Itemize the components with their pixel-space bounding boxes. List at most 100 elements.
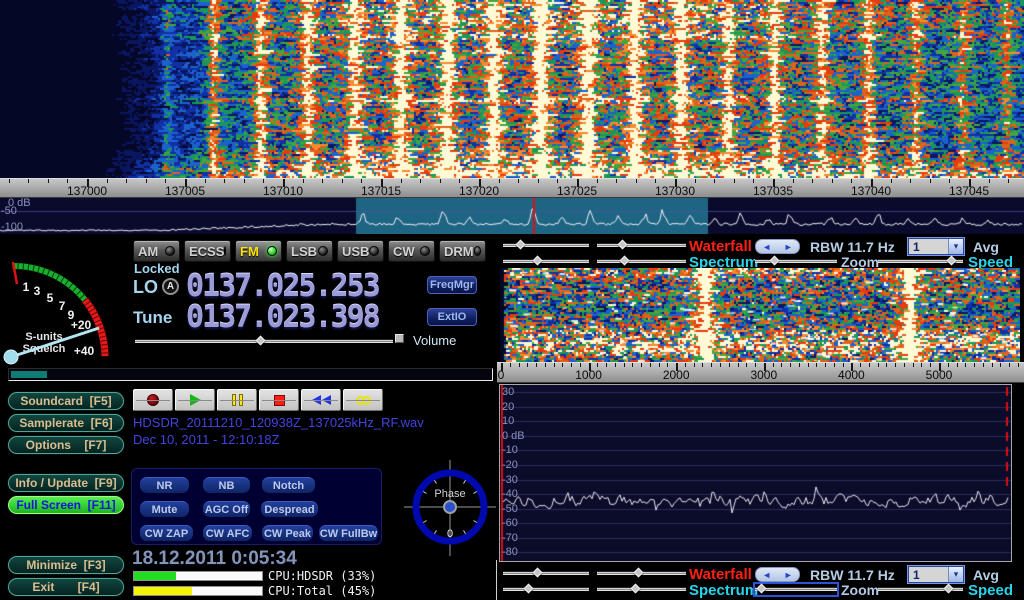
zoom-slider-top-thumb[interactable]	[770, 256, 780, 266]
waterfall-contrast-slider-top-track[interactable]	[597, 243, 686, 247]
waterfall-brightness-slider-bottom-thumb[interactable]	[533, 568, 543, 578]
spectrum-brightness-slider-top-track[interactable]	[503, 259, 589, 263]
avg-dropdown-top[interactable]: 1▾	[908, 238, 964, 255]
waterfall-contrast-slider-top[interactable]	[597, 240, 686, 251]
stop-button[interactable]	[259, 389, 299, 411]
spinner-left-arrow-icon[interactable]: ◄	[762, 242, 771, 252]
scale-tick	[860, 363, 861, 367]
scale-tick	[738, 363, 739, 367]
scale-tick	[510, 363, 511, 367]
waterfall-contrast-slider-top-thumb[interactable]	[618, 240, 628, 250]
dsp-button-cw-afc[interactable]: CW AFC	[203, 525, 252, 541]
rf-waterfall-display[interactable]	[0, 0, 1024, 178]
spectrum-brightness-slider-top-thumb[interactable]	[533, 256, 543, 266]
pause-icon	[232, 394, 236, 406]
dsp-button-notch[interactable]: Notch	[262, 477, 315, 493]
avg-dropdown-bottom[interactable]: 1▾	[908, 566, 964, 583]
dsp-button-cw-fullbw[interactable]: CW FullBw	[319, 525, 378, 541]
freqmgr-button[interactable]: FreqMgr	[427, 276, 477, 294]
spinner-right-arrow-icon[interactable]: ►	[784, 242, 793, 252]
sidebar-button-minimize[interactable]: Minimize [F3]	[8, 556, 124, 574]
mode-button-cw[interactable]: CW	[388, 240, 435, 262]
zoom-slider-bottom-thumb[interactable]	[757, 584, 767, 594]
loop-button[interactable]	[343, 389, 383, 411]
scale-tick	[983, 363, 984, 367]
spectrum-contrast-slider-top-thumb[interactable]	[620, 256, 630, 266]
mode-button-usb[interactable]: USB	[337, 240, 384, 262]
rbw-spinner-bottom[interactable]: ◄►	[755, 567, 800, 582]
dsp-button-despread[interactable]: Despread	[261, 501, 318, 517]
dsp-button-nr[interactable]: NR	[140, 477, 189, 493]
waterfall-brightness-slider-top-thumb[interactable]	[516, 240, 526, 250]
dsp-button-mute[interactable]: Mute	[140, 501, 189, 517]
af-spectrum-display[interactable]	[499, 384, 1012, 562]
spectrum-contrast-slider-bottom-thumb[interactable]	[631, 584, 641, 594]
record-button[interactable]	[133, 389, 173, 411]
tune-frequency-display[interactable]: 0137.023.398	[186, 303, 379, 333]
dsp-button-cw-peak[interactable]: CW Peak	[262, 525, 313, 541]
squelch-level-bar[interactable]	[8, 368, 493, 381]
spinner-right-arrow-icon[interactable]: ►	[784, 570, 793, 580]
spectrum-contrast-slider-bottom-track[interactable]	[597, 587, 686, 591]
dsp-button-agc-off[interactable]: AGC Off	[203, 501, 250, 517]
af-waterfall-display[interactable]	[500, 268, 1020, 362]
waterfall-brightness-slider-bottom[interactable]	[503, 568, 589, 579]
speed-slider-top[interactable]	[878, 256, 963, 267]
spectrum-brightness-slider-bottom-thumb[interactable]	[524, 584, 534, 594]
scale-tick	[650, 363, 651, 367]
rf-frequency-scale[interactable]: 1370001370051370101370151370201370251370…	[0, 178, 1024, 198]
lo-auto-badge[interactable]: A	[162, 278, 179, 295]
zoom-slider-bottom[interactable]	[755, 584, 837, 595]
play-button[interactable]	[175, 389, 215, 411]
zoom-slider-bottom-track[interactable]	[755, 587, 837, 591]
af-frequency-scale[interactable]: 010002000300040005000	[497, 362, 1024, 383]
spectrum-contrast-slider-top[interactable]	[597, 256, 686, 267]
waterfall-brightness-slider-top[interactable]	[503, 240, 589, 251]
panel-splitter[interactable]	[496, 560, 497, 600]
af-db-label: -30	[502, 474, 518, 486]
mode-button-ecss[interactable]: ECSS	[184, 240, 231, 262]
sidebar-button-info-update[interactable]: Info / Update [F9]	[8, 474, 124, 492]
spectrum-brightness-slider-bottom[interactable]	[503, 584, 589, 595]
zoom-slider-top-track[interactable]	[755, 259, 837, 263]
spectrum-brightness-slider-top[interactable]	[503, 256, 589, 267]
pause-button[interactable]	[217, 389, 257, 411]
sidebar-button-options[interactable]: Options [F7]	[8, 436, 124, 454]
mode-button-fm[interactable]: FM	[235, 240, 282, 262]
scale-tick	[702, 363, 703, 367]
mode-button-am[interactable]: AM	[133, 240, 180, 262]
spectrum-contrast-slider-bottom[interactable]	[597, 584, 686, 595]
sidebar-button-soundcard[interactable]: Soundcard [F5]	[8, 392, 124, 410]
sidebar-button-samplerate[interactable]: Samplerate [F6]	[8, 414, 124, 432]
spinner-left-arrow-icon[interactable]: ◄	[762, 570, 771, 580]
dsp-button-nb[interactable]: NB	[203, 477, 250, 493]
af-scale-label: 4000	[838, 368, 865, 382]
extio-button[interactable]: ExtIO	[427, 308, 477, 326]
mode-button-lsb[interactable]: LSB	[286, 240, 333, 262]
rf-spectrum-display[interactable]	[0, 198, 1024, 234]
chevron-down-icon[interactable]: ▾	[948, 567, 963, 582]
speed-slider-bottom[interactable]	[878, 584, 963, 595]
chevron-down-icon[interactable]: ▾	[948, 239, 963, 254]
sidebar-button-exit[interactable]: Exit [F4]	[8, 578, 124, 596]
lo-frequency-display[interactable]: 0137.025.253	[186, 272, 379, 302]
volume-slider-thumb[interactable]	[256, 336, 266, 346]
mode-led-icon	[318, 246, 328, 256]
spectrum-brightness-slider-bottom-track[interactable]	[503, 587, 589, 591]
rbw-spinner-top[interactable]: ◄►	[755, 239, 800, 254]
dsp-button-cw-zap[interactable]: CW ZAP	[140, 525, 193, 541]
zoom-slider-top[interactable]	[755, 256, 837, 267]
speed-slider-bottom-thumb[interactable]	[944, 584, 954, 594]
scale-tick	[878, 363, 879, 367]
speed-slider-top-thumb[interactable]	[947, 256, 957, 266]
waterfall-brightness-slider-bottom-track[interactable]	[503, 571, 589, 575]
waterfall-contrast-slider-bottom-thumb[interactable]	[634, 568, 644, 578]
mode-button-label: ECSS	[189, 244, 224, 259]
waterfall-contrast-slider-bottom[interactable]	[597, 568, 686, 579]
mode-button-drm[interactable]: DRM	[439, 240, 486, 262]
volume-slider[interactable]	[135, 336, 393, 347]
freq-scale-label: 137035	[753, 184, 793, 198]
sidebar-button-full-screen[interactable]: Full Screen [F11]	[8, 496, 124, 514]
spectrum-contrast-slider-top-track[interactable]	[597, 259, 686, 263]
rewind-button[interactable]	[301, 389, 341, 411]
